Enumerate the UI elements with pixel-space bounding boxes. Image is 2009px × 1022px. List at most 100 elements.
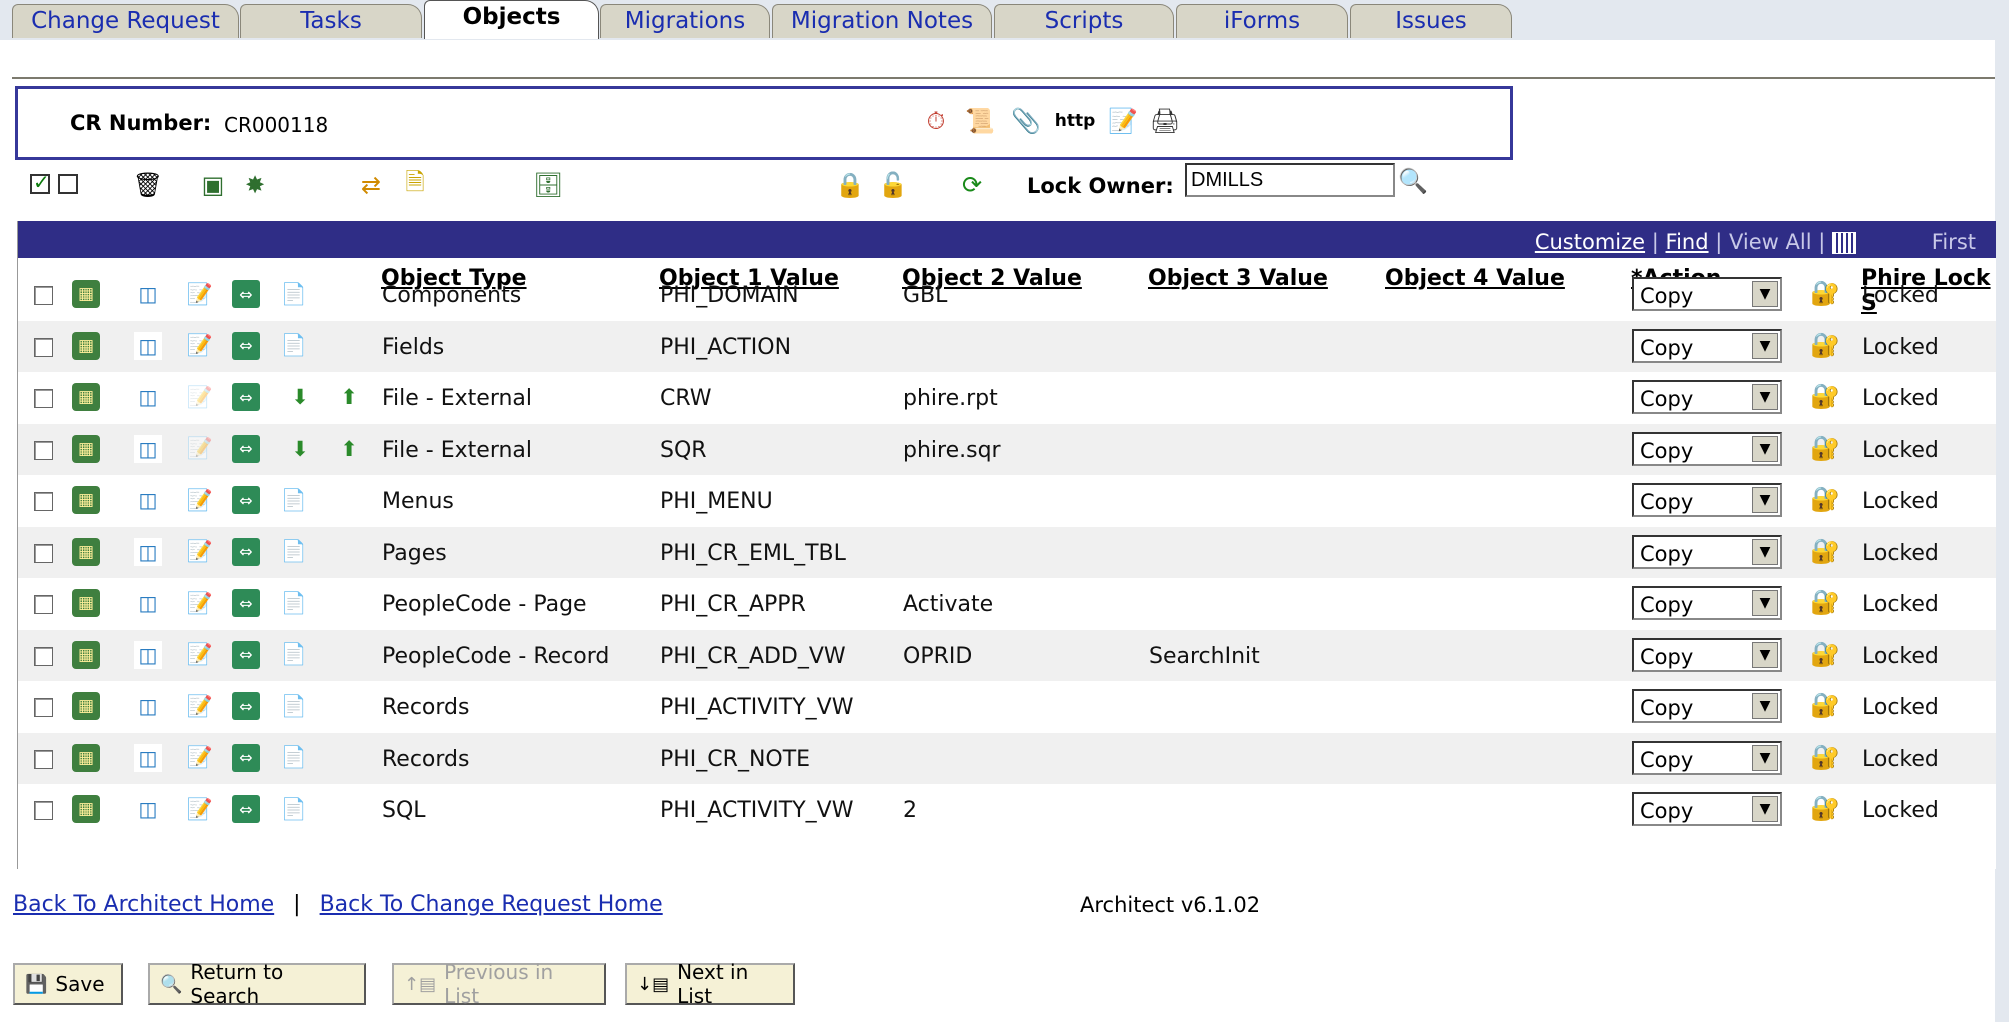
tab-issues[interactable]: Issues <box>1350 4 1512 38</box>
lock-status-icon[interactable]: 🔐 <box>1810 536 1840 566</box>
edit-properties-icon[interactable]: 📝 <box>186 486 214 514</box>
deselect-all-checkbox[interactable] <box>58 174 78 194</box>
edit-properties-icon[interactable]: 📝 <box>186 435 214 463</box>
edit-properties-icon[interactable]: 📝 <box>186 692 214 720</box>
view-definition-icon[interactable]: ◫ <box>134 486 162 514</box>
lock-status-icon[interactable]: 🔐 <box>1810 484 1840 514</box>
select-all-checkbox[interactable]: ✓ <box>30 170 50 194</box>
lock-status-icon[interactable]: 🔐 <box>1810 742 1840 772</box>
row-select-checkbox[interactable] <box>34 389 53 408</box>
compare-icon[interactable]: ▦ <box>72 589 100 617</box>
edit-properties-icon[interactable]: 📝 <box>186 538 214 566</box>
document-review-icon[interactable]: 📄 <box>280 486 308 514</box>
new-document-icon[interactable]: 🗎 <box>400 168 430 200</box>
view-definition-icon[interactable]: ◫ <box>134 692 162 720</box>
view-definition-icon[interactable]: ◫ <box>134 434 162 463</box>
history-icon[interactable]: ⏱ <box>920 105 952 137</box>
action-select[interactable]: Copy ▼ <box>1632 431 1782 466</box>
action-select[interactable]: Copy ▼ <box>1632 792 1782 826</box>
tab-migrations[interactable]: Migrations <box>600 4 770 38</box>
compare-icon[interactable]: ▦ <box>72 280 100 308</box>
action-select[interactable]: Copy ▼ <box>1632 740 1782 775</box>
return-to-search-button[interactable]: 🔍 Return to Search <box>148 960 366 1008</box>
edit-properties-icon[interactable]: 📝 <box>186 280 214 308</box>
view-definition-icon[interactable]: ◫ <box>134 383 162 411</box>
migrate-icon[interactable]: ⇔ <box>232 589 260 617</box>
migrate-icon[interactable]: ⇔ <box>232 640 260 669</box>
compare-icon[interactable]: ▦ <box>72 692 100 720</box>
lock-status-icon[interactable]: 🔐 <box>1810 381 1840 411</box>
tab-objects[interactable]: Objects <box>424 0 599 39</box>
chevron-down-icon[interactable]: ▼ <box>1752 796 1778 822</box>
action-select[interactable]: Copy ▼ <box>1632 483 1782 517</box>
row-select-checkbox[interactable] <box>34 646 53 666</box>
next-in-list-button[interactable]: ↓▤ Next in List <box>625 960 795 1008</box>
lock-status-icon[interactable]: 🔐 <box>1810 330 1840 360</box>
migrate-icon[interactable]: ⇔ <box>232 692 260 720</box>
refresh-icon[interactable]: ⟳ <box>957 170 987 200</box>
lock-status-icon[interactable]: 🔐 <box>1810 587 1840 617</box>
lock-status-icon[interactable]: 🔐 <box>1810 433 1840 463</box>
edit-properties-icon[interactable]: 📝 <box>186 589 214 617</box>
edit-properties-icon[interactable]: 📝 <box>186 795 214 823</box>
action-select[interactable]: Copy ▼ <box>1632 328 1782 363</box>
row-select-checkbox[interactable] <box>34 749 53 769</box>
migrate-icon[interactable]: ⇔ <box>232 383 260 411</box>
migrate-icon[interactable]: ⇔ <box>232 795 260 823</box>
find-link[interactable]: Find <box>1666 230 1709 254</box>
tab-tasks[interactable]: Tasks <box>240 4 422 38</box>
copy-object-icon[interactable]: ▣ <box>198 170 228 200</box>
tab-iforms[interactable]: iForms <box>1176 4 1348 38</box>
document-review-icon[interactable]: 📄 <box>280 332 308 360</box>
swap-icon[interactable]: ⇄ <box>356 170 386 200</box>
view-definition-icon[interactable]: ◫ <box>134 589 162 617</box>
row-select-checkbox[interactable] <box>34 698 53 717</box>
edit-properties-icon[interactable]: 📝 <box>186 332 214 360</box>
compare-icon[interactable]: ▦ <box>72 383 100 411</box>
row-select-checkbox[interactable] <box>34 286 53 305</box>
edit-properties-icon[interactable]: 📝 <box>186 744 214 772</box>
lookup-icon[interactable]: 🔍 <box>1398 167 1428 195</box>
chevron-down-icon[interactable]: ▼ <box>1752 384 1778 410</box>
save-button[interactable]: 💾 Save <box>13 963 123 1005</box>
delete-icon[interactable]: 🗑 <box>133 170 163 200</box>
chevron-down-icon[interactable]: ▼ <box>1752 744 1778 771</box>
row-select-checkbox[interactable] <box>34 801 53 820</box>
chevron-down-icon[interactable]: ▼ <box>1752 332 1778 359</box>
compare-icon[interactable]: ▦ <box>72 434 100 463</box>
action-select[interactable]: Copy ▼ <box>1632 689 1782 723</box>
chevron-down-icon[interactable]: ▼ <box>1752 590 1778 616</box>
tab-scripts[interactable]: Scripts <box>994 4 1174 38</box>
lock-status-icon[interactable]: 🔐 <box>1810 690 1840 720</box>
http-icon[interactable]: http <box>1051 105 1099 137</box>
insert-object-icon[interactable]: ✸ <box>240 170 270 200</box>
document-review-icon[interactable]: 📄 <box>280 692 308 720</box>
compare-icon[interactable]: ▦ <box>72 743 100 772</box>
view-definition-icon[interactable]: ◫ <box>134 537 162 566</box>
action-select[interactable]: Copy ▼ <box>1632 534 1782 569</box>
chevron-down-icon[interactable]: ▼ <box>1752 487 1778 513</box>
lock-owner-input[interactable] <box>1185 163 1395 197</box>
row-select-checkbox[interactable] <box>34 543 53 563</box>
row-select-checkbox[interactable] <box>34 492 53 511</box>
lock-status-icon[interactable]: 🔐 <box>1810 639 1840 669</box>
first-link[interactable]: First <box>1932 230 1976 254</box>
compare-icon[interactable]: ▦ <box>72 331 100 360</box>
view-definition-icon[interactable]: ◫ <box>134 743 162 772</box>
action-select[interactable]: Copy ▼ <box>1632 586 1782 620</box>
download-icon[interactable]: ⬇ <box>286 435 314 463</box>
migrate-icon[interactable]: ⇔ <box>232 280 260 308</box>
chevron-down-icon[interactable]: ▼ <box>1752 693 1778 719</box>
unlock-icon[interactable]: 🔓 <box>878 170 908 200</box>
edit-properties-icon[interactable]: 📝 <box>186 383 214 411</box>
document-review-icon[interactable]: 📄 <box>280 744 308 772</box>
export-icon[interactable]: 🗄 <box>533 170 563 200</box>
view-definition-icon[interactable]: ◫ <box>134 331 162 360</box>
chevron-down-icon[interactable]: ▼ <box>1752 641 1778 668</box>
view-all-link[interactable]: View All <box>1729 230 1812 254</box>
migrate-icon[interactable]: ⇔ <box>232 331 260 360</box>
document-review-icon[interactable]: 📄 <box>280 641 308 669</box>
back-to-cr-home-link[interactable]: Back To Change Request Home <box>320 892 663 917</box>
paperclip-icon[interactable]: 📎 <box>1010 105 1042 137</box>
compare-icon[interactable]: ▦ <box>72 640 100 669</box>
